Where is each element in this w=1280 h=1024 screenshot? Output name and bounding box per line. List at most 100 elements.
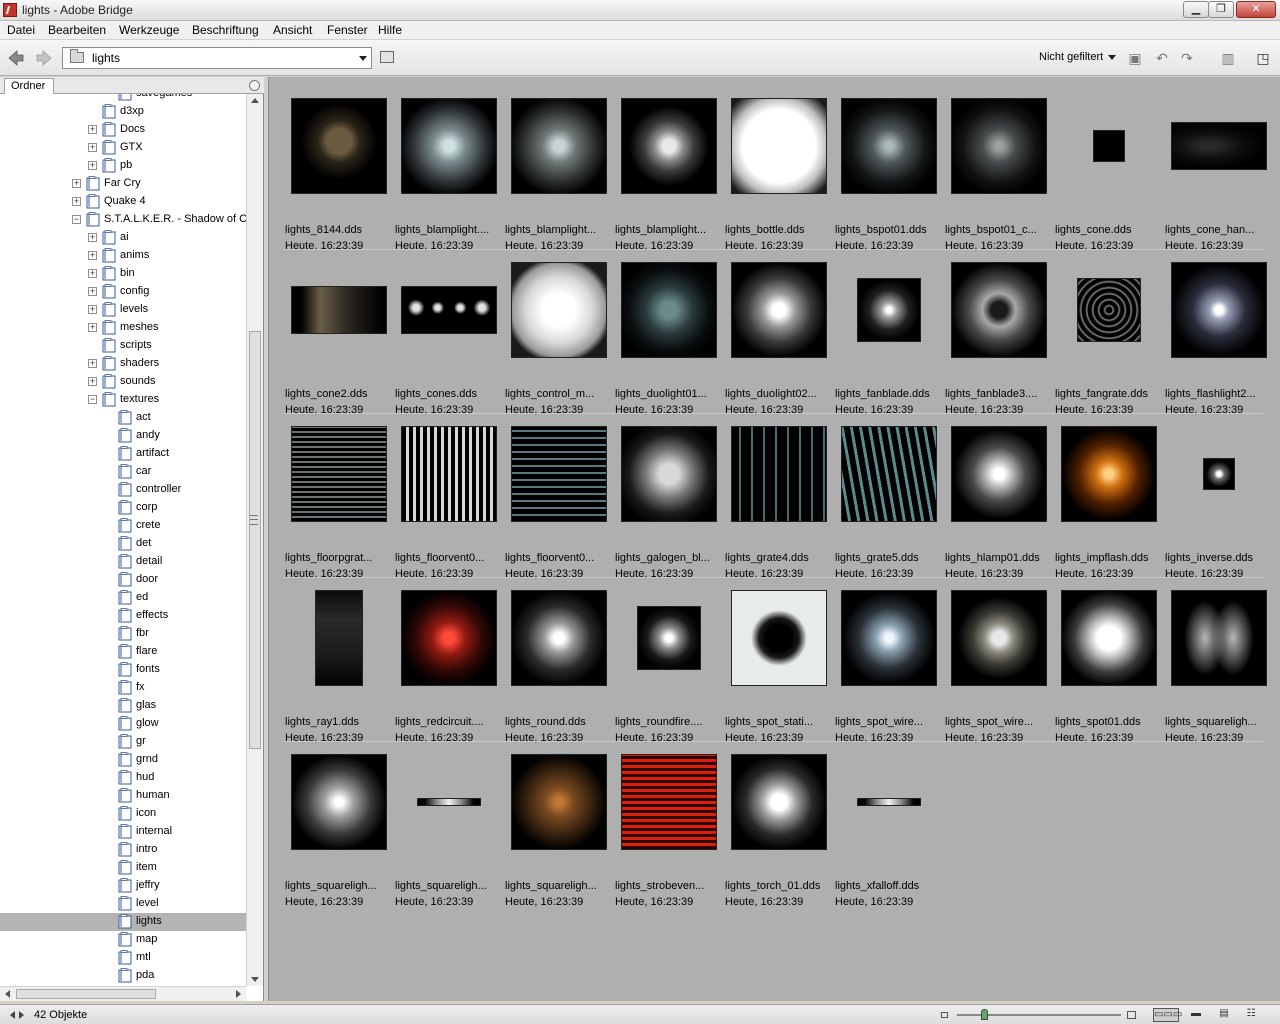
tree-item[interactable]: mtl [0, 949, 246, 967]
file-thumbnail[interactable]: lights_round.dds Heute, 16:23:39 [505, 584, 613, 744]
file-thumbnail[interactable]: lights_floorvent0... Heute, 16:23:39 [505, 420, 613, 580]
tree-expander[interactable]: + [88, 125, 97, 134]
view-thumbnails-button[interactable]: ▭▭▭ [1153, 1008, 1182, 1022]
tree-item[interactable]: + pb [0, 157, 246, 175]
zoom-large-icon[interactable] [1127, 1011, 1136, 1019]
toggle-panels-icon[interactable] [10, 1010, 24, 1020]
tree-item[interactable]: corp [0, 499, 246, 517]
filter-dropdown[interactable]: Nicht gefiltert [1039, 51, 1103, 63]
go-up-folder-icon[interactable] [380, 51, 394, 63]
file-thumbnail[interactable]: lights_blamplight... Heute, 16:23:39 [615, 92, 723, 252]
tree-expander[interactable]: + [88, 359, 97, 368]
tree-item[interactable]: d3xp [0, 103, 246, 121]
tree-item[interactable]: hud [0, 769, 246, 787]
menu-bearbeiten[interactable]: Bearbeiten [48, 23, 106, 37]
panel-splitter-grip[interactable] [250, 515, 258, 525]
scroll-left-icon[interactable] [5, 990, 10, 998]
tree-item[interactable]: fx [0, 679, 246, 697]
file-thumbnail[interactable]: lights_bspot01_c... Heute, 16:23:39 [945, 92, 1053, 252]
file-thumbnail[interactable]: lights_fanblade3.... Heute, 16:23:39 [945, 256, 1053, 416]
tree-item[interactable]: intro [0, 841, 246, 859]
tree-item[interactable]: glas [0, 697, 246, 715]
tree-expander[interactable]: + [72, 179, 81, 188]
tree-item[interactable]: + ai [0, 229, 246, 247]
tree-vertical-scrollbar[interactable] [246, 94, 263, 986]
file-thumbnail[interactable]: lights_squareligh... Heute, 16:23:39 [505, 748, 613, 908]
tree-item[interactable]: savegames [0, 94, 246, 103]
file-thumbnail[interactable]: lights_torch_01.dds Heute, 16:23:39 [725, 748, 833, 908]
zoom-small-icon[interactable] [941, 1012, 948, 1018]
file-thumbnail[interactable]: lights_floorvent0... Heute, 16:23:39 [395, 420, 503, 580]
file-thumbnail[interactable]: lights_xfalloff.dds Heute, 16:23:39 [835, 748, 943, 908]
tree-item[interactable]: + config [0, 283, 246, 301]
tree-item[interactable]: map [0, 931, 246, 949]
file-thumbnail[interactable]: lights_redcircuit.... Heute, 16:23:39 [395, 584, 503, 744]
menu-werkzeuge[interactable]: Werkzeuge [119, 23, 179, 37]
tree-item[interactable]: item [0, 859, 246, 877]
tree-item[interactable]: fbr [0, 625, 246, 643]
file-thumbnail[interactable]: lights_strobeven... Heute, 16:23:39 [615, 748, 723, 908]
tree-item[interactable]: + levels [0, 301, 246, 319]
file-thumbnail[interactable]: lights_blamplight... Heute, 16:23:39 [505, 92, 613, 252]
file-thumbnail[interactable]: lights_inverse.dds Heute, 16:23:39 [1165, 420, 1273, 580]
tree-item[interactable]: level [0, 895, 246, 913]
rotate-right-icon[interactable]: ↷ [1179, 50, 1195, 66]
file-thumbnail[interactable]: lights_cones.dds Heute, 16:23:39 [395, 256, 503, 416]
forward-arrow-icon[interactable] [35, 49, 53, 67]
file-thumbnail[interactable]: lights_squareligh... Heute, 16:23:39 [1165, 584, 1273, 744]
file-thumbnail[interactable]: lights_fangrate.dds Heute, 16:23:39 [1055, 256, 1163, 416]
tree-item[interactable]: det [0, 535, 246, 553]
compact-mode-icon[interactable]: ◳ [1255, 50, 1271, 66]
trash-icon[interactable]: ▥ [1220, 50, 1236, 66]
file-thumbnail[interactable]: lights_ray1.dds Heute, 16:23:39 [285, 584, 393, 744]
tree-expander[interactable]: + [88, 233, 97, 242]
tree-expander[interactable]: − [88, 395, 97, 404]
file-thumbnail[interactable]: lights_blamplight.... Heute, 16:23:39 [395, 92, 503, 252]
tree-item[interactable]: glow [0, 715, 246, 733]
file-thumbnail[interactable]: lights_8144.dds Heute, 16:23:39 [285, 92, 393, 252]
view-details-button[interactable]: ▤ [1211, 1008, 1237, 1022]
menu-datei[interactable]: Datei [7, 23, 35, 37]
menu-fenster[interactable]: Fenster [327, 23, 368, 37]
file-thumbnail[interactable]: lights_bottle.dds Heute, 16:23:39 [725, 92, 833, 252]
tree-item[interactable]: detail [0, 553, 246, 571]
view-list-button[interactable]: ☷ [1238, 1008, 1264, 1022]
file-thumbnail[interactable]: lights_flashlight2... Heute, 16:23:39 [1165, 256, 1273, 416]
tree-item[interactable]: car [0, 463, 246, 481]
tree-expander[interactable]: + [88, 323, 97, 332]
tree-item[interactable]: + Docs [0, 121, 246, 139]
tree-item[interactable]: icon [0, 805, 246, 823]
tree-item[interactable]: flare [0, 643, 246, 661]
close-button[interactable]: ✕ [1236, 1, 1276, 18]
file-thumbnail[interactable]: lights_cone.dds Heute, 16:23:39 [1055, 92, 1163, 252]
back-arrow-icon[interactable] [7, 49, 25, 67]
tree-expander[interactable]: + [88, 377, 97, 386]
file-thumbnail[interactable]: lights_duolight02... Heute, 16:23:39 [725, 256, 833, 416]
file-thumbnail[interactable]: lights_cone_han... Heute, 16:23:39 [1165, 92, 1273, 252]
file-thumbnail[interactable]: lights_spot_wire... Heute, 16:23:39 [945, 584, 1053, 744]
hscrollbar-thumb[interactable] [16, 989, 156, 999]
file-thumbnail[interactable]: lights_grate4.dds Heute, 16:23:39 [725, 420, 833, 580]
tree-item[interactable]: crete [0, 517, 246, 535]
view-filmstrip-button[interactable]: ▬ [1183, 1008, 1209, 1022]
tree-expander[interactable]: + [88, 143, 97, 152]
file-thumbnail[interactable]: lights_bspot01.dds Heute, 16:23:39 [835, 92, 943, 252]
minimize-button[interactable]: ▁ [1183, 1, 1209, 18]
tree-item[interactable]: + meshes [0, 319, 246, 337]
path-dropdown[interactable]: lights [62, 47, 372, 69]
slider-knob[interactable] [980, 1009, 988, 1020]
file-thumbnail[interactable]: lights_duolight01... Heute, 16:23:39 [615, 256, 723, 416]
tree-item[interactable]: internal [0, 823, 246, 841]
file-thumbnail[interactable]: lights_roundfire.... Heute, 16:23:39 [615, 584, 723, 744]
file-thumbnail[interactable]: lights_impflash.dds Heute, 16:23:39 [1055, 420, 1163, 580]
tree-item[interactable]: ed [0, 589, 246, 607]
file-thumbnail[interactable]: lights_spot01.dds Heute, 16:23:39 [1055, 584, 1163, 744]
scroll-right-icon[interactable] [236, 990, 241, 998]
tree-item[interactable]: + Quake 4 [0, 193, 246, 211]
tree-horizontal-scrollbar[interactable] [0, 986, 246, 1001]
tree-item[interactable]: artifact [0, 445, 246, 463]
file-thumbnail[interactable]: lights_control_m... Heute, 16:23:39 [505, 256, 613, 416]
tree-item[interactable]: effects [0, 607, 246, 625]
tree-item[interactable]: door [0, 571, 246, 589]
tree-item[interactable]: human [0, 787, 246, 805]
